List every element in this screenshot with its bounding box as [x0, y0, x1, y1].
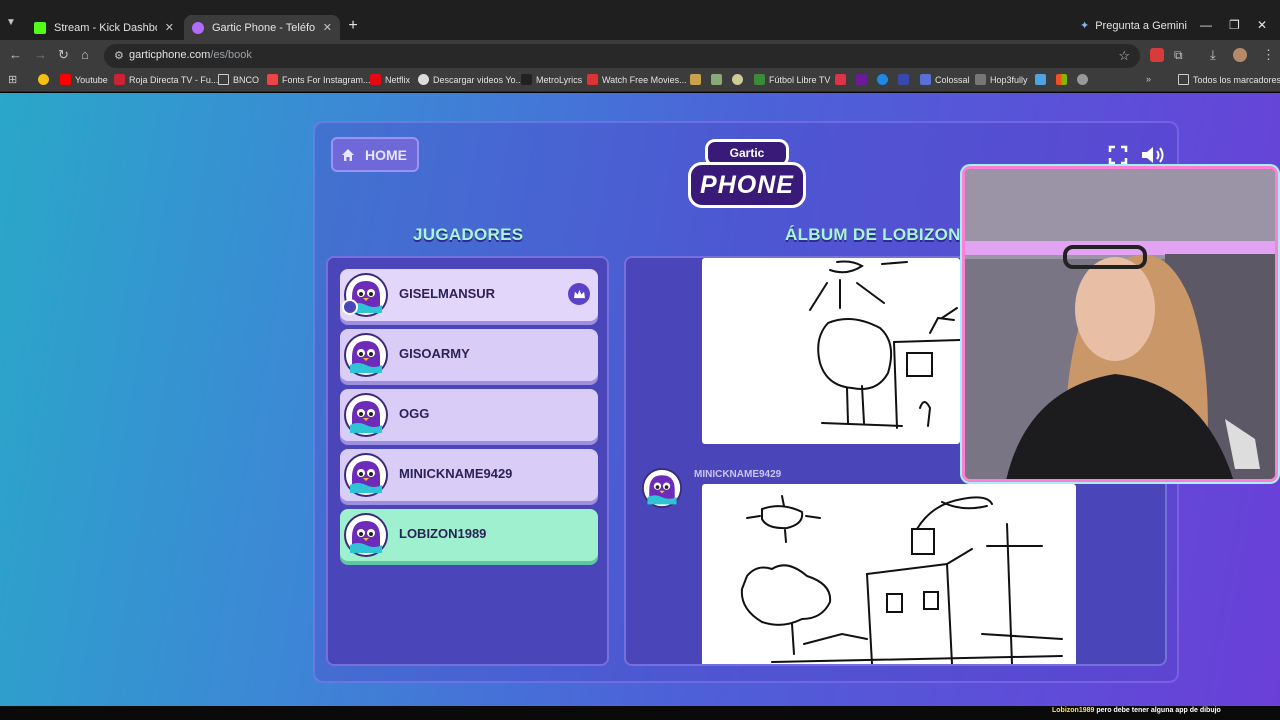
bookmark-futbol-libre[interactable]: Fútbol Libre TV	[754, 74, 830, 85]
player-avatar	[344, 393, 388, 437]
author-avatar	[642, 468, 682, 508]
bookmark-misc-8[interactable]	[1035, 74, 1046, 85]
album-entry-author: MINICKNAME9429	[694, 469, 782, 480]
home-icon[interactable]: ⌂	[81, 47, 89, 63]
download-icon[interactable]: ⤓	[1210, 47, 1216, 63]
tab-gartic-phone[interactable]: Gartic Phone - Teléfono Descon ✕	[184, 15, 340, 40]
player-card-giselmansur: GISELMANSUR	[340, 269, 598, 321]
back-icon[interactable]: ←	[9, 47, 22, 63]
bookmark-misc-6[interactable]	[877, 74, 888, 85]
gartic-favicon-icon	[192, 21, 204, 34]
profile-avatar[interactable]	[1233, 48, 1247, 62]
close-icon[interactable]: ✕	[323, 21, 332, 34]
apps-grid-icon[interactable]: ⊞	[8, 73, 17, 86]
chat-message: Lobizon1989 pero debe tener alguna app d…	[1052, 707, 1221, 714]
extensions-puzzle-icon[interactable]: ⧉	[1174, 47, 1183, 63]
gemini-button[interactable]: ✦ Pregunta a Gemini	[1080, 19, 1187, 33]
player-card-lobizon1989: LOBIZON1989	[340, 509, 598, 561]
bookmark-colossal[interactable]: Colossal	[920, 74, 970, 85]
kebab-menu-icon[interactable]: ⋮	[1262, 47, 1275, 63]
bookmark-youtube[interactable]: Youtube	[60, 74, 108, 85]
bookmark-misc-3[interactable]	[732, 74, 743, 85]
url-text: garticphone.com/es/book	[129, 49, 252, 61]
new-tab-button[interactable]: +	[345, 18, 361, 34]
bookmark-misc-1[interactable]	[690, 74, 701, 85]
site-info-icon[interactable]: ⚙	[114, 49, 124, 62]
tab-search-icon[interactable]: ▼	[6, 17, 16, 28]
player-card-gisoarmy: GISOARMY	[340, 329, 598, 381]
gartic-phone-logo: Gartic PHONE	[688, 139, 806, 211]
bookmark-fonts[interactable]: Fonts For Instagram...	[267, 74, 371, 85]
bookmark-misc-10[interactable]	[1077, 74, 1088, 85]
player-card-minickname9429: MINICKNAME9429	[340, 449, 598, 501]
tab-kick-dashboard[interactable]: Stream - Kick Dashboard ✕	[26, 15, 182, 40]
house-icon	[342, 148, 354, 161]
bookmarks-bar: ⊞ Youtube Roja Directa TV - Fu... BNCO F…	[0, 70, 1280, 92]
you-badge-icon	[342, 299, 358, 315]
gemini-sparkle-icon: ✦	[1080, 20, 1090, 32]
player-avatar	[344, 333, 388, 377]
drawing-sketch-1	[809, 260, 961, 429]
restore-icon[interactable]: ❐	[1229, 18, 1240, 32]
forward-icon[interactable]: →	[34, 47, 47, 63]
bookmark-bnco[interactable]: BNCO	[218, 74, 259, 85]
minimize-icon[interactable]: —	[1200, 18, 1212, 32]
bookmark-misc-4[interactable]	[835, 74, 846, 85]
bookmark-hop3fully[interactable]: Hop3fully	[975, 74, 1028, 85]
all-bookmarks-folder[interactable]: Todos los marcadores	[1178, 74, 1280, 85]
player-avatar	[344, 513, 388, 557]
browser-toolbar: ← → ↻ ⌂ ⚙ garticphone.com/es/book ☆ ⧉ ⤓ …	[0, 40, 1280, 70]
address-bar[interactable]: ⚙ garticphone.com/es/book ☆	[104, 44, 1140, 68]
bookmark-descargar-videos[interactable]: Descargar videos Yo...	[418, 74, 523, 85]
tab-strip: ▼ Stream - Kick Dashboard ✕ Gartic Phone…	[0, 0, 1280, 40]
close-icon[interactable]: ✕	[165, 21, 174, 34]
fullscreen-icon[interactable]	[1108, 145, 1128, 165]
bookmark-star-icon[interactable]: ☆	[1118, 48, 1130, 64]
volume-icon[interactable]	[1140, 145, 1166, 165]
stream-chat-overlay: Lobizon1989 pero debe tener alguna app d…	[0, 706, 1280, 720]
reload-icon[interactable]: ↻	[58, 47, 69, 63]
album-header: ÁLBUM DE LOBIZON	[785, 225, 961, 244]
player-card-ogg: OGG	[340, 389, 598, 441]
webcam-feed-image	[965, 169, 1275, 479]
kick-favicon-icon	[34, 21, 46, 34]
bookmark-misc-5[interactable]	[856, 74, 867, 85]
album-drawing-2	[702, 484, 1076, 664]
crown-icon	[568, 283, 590, 305]
window-close-icon[interactable]: ✕	[1257, 18, 1267, 32]
players-list: GISELMANSUR GISOARMY OGG MINICKNAME9429 …	[326, 256, 609, 666]
album-drawing-1	[702, 258, 961, 444]
bookmark-misc-9[interactable]	[1056, 74, 1067, 85]
player-avatar	[344, 453, 388, 497]
bookmark-roja-directa[interactable]: Roja Directa TV - Fu...	[114, 74, 218, 85]
extension-icon[interactable]	[1150, 48, 1164, 62]
bookmark-misc-7[interactable]	[898, 74, 909, 85]
bookmark-emoji[interactable]	[38, 74, 49, 85]
streamer-webcam	[962, 166, 1278, 482]
bookmark-watch-free-movies[interactable]: Watch Free Movies...	[587, 74, 687, 85]
home-button[interactable]: HOME	[331, 137, 419, 172]
bookmark-misc-2[interactable]	[711, 74, 722, 85]
bookmark-metrolyrics[interactable]: MetroLyrics	[521, 74, 582, 85]
drawing-sketch-2	[740, 495, 1063, 664]
bookmark-netflix[interactable]: Netflix	[370, 74, 410, 85]
players-header: JUGADORES	[413, 225, 524, 244]
bookmarks-overflow-icon[interactable]: »	[1146, 74, 1151, 84]
